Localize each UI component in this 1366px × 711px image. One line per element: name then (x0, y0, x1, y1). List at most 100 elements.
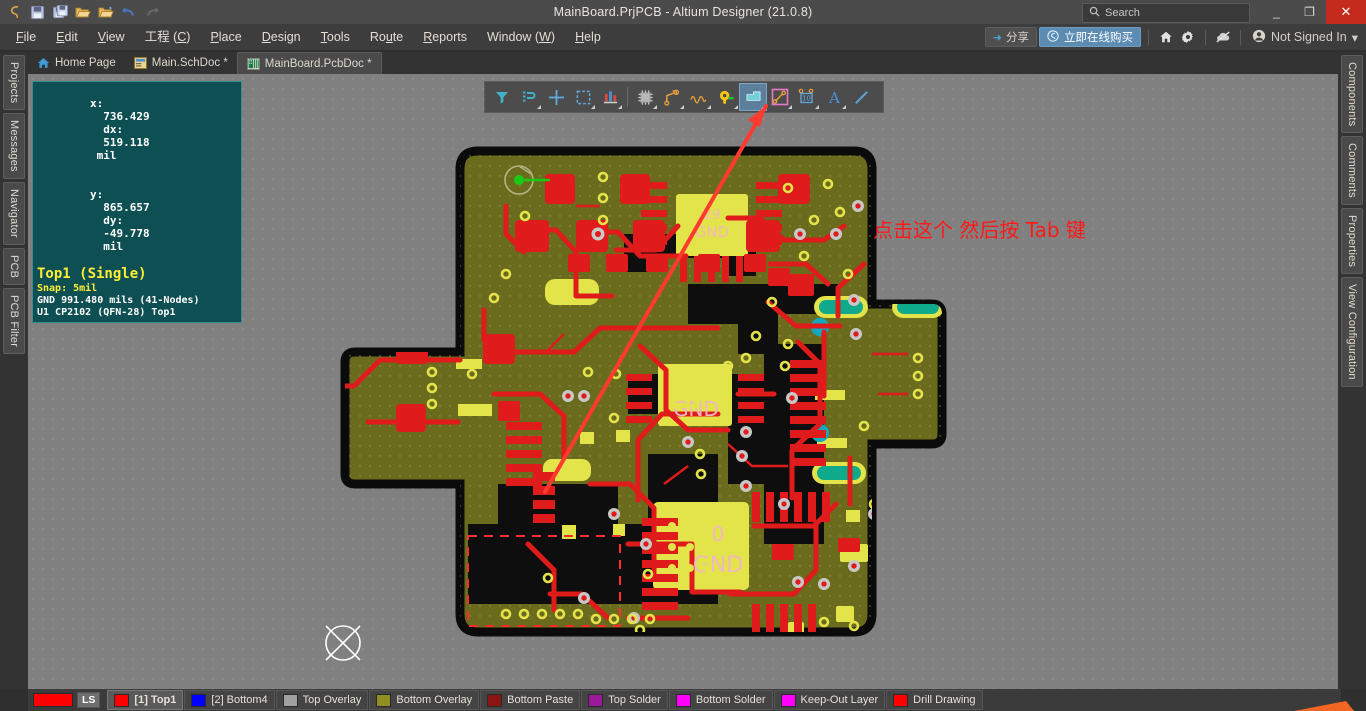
layer-tab-bottom-overlay[interactable]: Bottom Overlay (369, 690, 480, 710)
status-snap: Snap: 5mil (37, 283, 98, 294)
layer-tab-top-overlay[interactable]: Top Overlay (275, 690, 369, 710)
pcb-canvas[interactable]: 29 GND GND 0 GND x: 736.429 dx: 519.118 … (28, 74, 1338, 689)
pcb-doc-icon (246, 57, 260, 70)
chevron-down-icon (838, 105, 846, 109)
close-button[interactable]: ✕ (1326, 0, 1366, 24)
layer-label: Top Solder (608, 694, 661, 706)
layer-label: [1] Top1 (134, 694, 177, 706)
divider (1147, 29, 1149, 45)
window-controls: _ ❐ ✕ (1260, 0, 1366, 24)
search-input[interactable]: Search (1082, 3, 1250, 23)
place-pad-icon[interactable] (713, 84, 739, 110)
menu-reports[interactable]: Reports (413, 24, 477, 50)
status-dx-unit: mil (96, 149, 117, 162)
sidebar-item-navigator[interactable]: Navigator (3, 182, 25, 245)
place-track-icon[interactable] (659, 84, 685, 110)
layer-tab-top1[interactable]: [1] Top1 (107, 690, 184, 710)
gear-icon[interactable] (1178, 27, 1198, 47)
layer-label: Keep-Out Layer (800, 694, 879, 706)
no-cloud-icon[interactable] (1213, 27, 1233, 47)
interactive-length-tuning-icon[interactable] (686, 84, 712, 110)
divider (627, 87, 628, 107)
home-icon[interactable] (1156, 27, 1176, 47)
layer-tab-top-solder[interactable]: Top Solder (581, 690, 668, 710)
tab-label: Main.SchDoc * (151, 57, 228, 69)
layer-set-swatch (33, 693, 73, 707)
chevron-down-icon (784, 105, 792, 109)
place-string-icon[interactable]: A (821, 84, 847, 110)
right-dock-rail: Components Comments Properties View Conf… (1338, 52, 1366, 689)
menubar-right-actions: ➜ 分享 立即在线购买 Not Signed In ▾ (984, 24, 1362, 50)
crosshair-icon[interactable] (543, 84, 569, 110)
menu-tools[interactable]: Tools (311, 24, 360, 50)
cursor-status-overlay: x: 736.429 dx: 519.118 mil y: 865.657 dy… (32, 81, 242, 323)
minimize-button[interactable]: _ (1260, 0, 1293, 24)
buy-online-button[interactable]: 立即在线购买 (1038, 27, 1141, 47)
menu-view[interactable]: View (88, 24, 135, 50)
layer-tab-bottom-solder[interactable]: Bottom Solder (668, 690, 773, 710)
orange-accent-sliver (1294, 701, 1354, 711)
origin-crosshair-circle (325, 625, 361, 661)
menu-project[interactable]: 工程 (C) (135, 24, 201, 50)
layer-color-swatch (191, 693, 207, 707)
tab-mainboard-pcbdoc[interactable]: MainBoard.PcbDoc * (236, 52, 382, 74)
snap-magnet-icon[interactable] (516, 84, 542, 110)
sidebar-item-pcb[interactable]: PCB (3, 247, 25, 286)
restore-button[interactable]: ❐ (1293, 0, 1326, 24)
schematic-doc-icon (133, 57, 147, 69)
menu-route[interactable]: Route (360, 24, 413, 50)
layer-label: Bottom Overlay (396, 694, 473, 706)
align-icon[interactable] (597, 84, 623, 110)
menu-design[interactable]: Design (252, 24, 311, 50)
layer-color-swatch (675, 693, 691, 707)
sidebar-item-comments[interactable]: Comments (1341, 136, 1363, 206)
sidebar-item-projects[interactable]: Projects (3, 55, 25, 111)
buy-label: 立即在线购买 (1063, 32, 1133, 44)
select-area-icon[interactable] (570, 84, 596, 110)
chevron-down-icon (533, 105, 541, 109)
sidebar-item-view-configuration[interactable]: View Configuration (1341, 277, 1363, 388)
svg-text:GND: GND (693, 553, 743, 578)
layer-tab-bottom-paste[interactable]: Bottom Paste (480, 690, 581, 710)
annotation-text: 点击这个 然后按 Tab 键 (873, 218, 1086, 242)
svg-text:10: 10 (802, 95, 811, 103)
layer-color-swatch (114, 693, 130, 707)
share-label: 分享 (1005, 32, 1029, 44)
menu-window[interactable]: Window (W) (477, 24, 565, 50)
layer-label: Top Overlay (302, 694, 362, 706)
place-fill-icon[interactable] (739, 83, 767, 111)
status-net: GND 991.480 mils (41-Nodes) (37, 295, 200, 306)
place-coordinate-icon[interactable]: 10 (794, 84, 820, 110)
svg-text:A: A (828, 89, 841, 106)
sidebar-item-pcb-filter[interactable]: PCB Filter (3, 288, 25, 355)
divider (1239, 29, 1241, 45)
layer-tab-bottom4[interactable]: [2] Bottom4 (184, 690, 275, 710)
layer-tab-drill-drawing[interactable]: Drill Drawing (886, 690, 983, 710)
sidebar-item-properties[interactable]: Properties (1341, 208, 1363, 275)
chevron-down-icon (676, 105, 684, 109)
chevron-down-icon (757, 105, 765, 109)
layer-color-swatch (487, 693, 503, 707)
layer-label: [2] Bottom4 (211, 694, 268, 706)
menu-edit[interactable]: Edit (46, 24, 88, 50)
tab-main-schdoc[interactable]: Main.SchDoc * (125, 52, 237, 74)
share-button[interactable]: ➜ 分享 (984, 27, 1037, 47)
sidebar-item-components[interactable]: Components (1341, 55, 1363, 134)
tab-home-page[interactable]: Home Page (28, 52, 125, 74)
place-line-icon[interactable] (848, 84, 874, 110)
status-dy-label: dy: (103, 214, 124, 227)
place-dimension-icon[interactable] (767, 84, 793, 110)
sidebar-item-messages[interactable]: Messages (3, 113, 25, 180)
place-component-icon[interactable] (632, 84, 658, 110)
document-tabs: Home Page Main.SchDoc * MainBoard.PcbDoc… (28, 52, 1338, 74)
menu-file[interactable]: FFileile (6, 24, 46, 50)
layer-color-swatch (588, 693, 604, 707)
menu-help[interactable]: Help (565, 24, 611, 50)
menu-place[interactable]: Place (200, 24, 251, 50)
chevron-down-icon (730, 105, 738, 109)
layer-set-chip[interactable]: LS (31, 691, 106, 709)
account-button[interactable]: Not Signed In ▾ (1248, 29, 1362, 46)
layer-tab-keep-out-layer[interactable]: Keep-Out Layer (773, 690, 886, 710)
filter-icon[interactable] (489, 84, 515, 110)
layer-tab-bar: LS [1] Top1 [2] Bottom4 Top Overlay Bott… (28, 689, 1341, 711)
